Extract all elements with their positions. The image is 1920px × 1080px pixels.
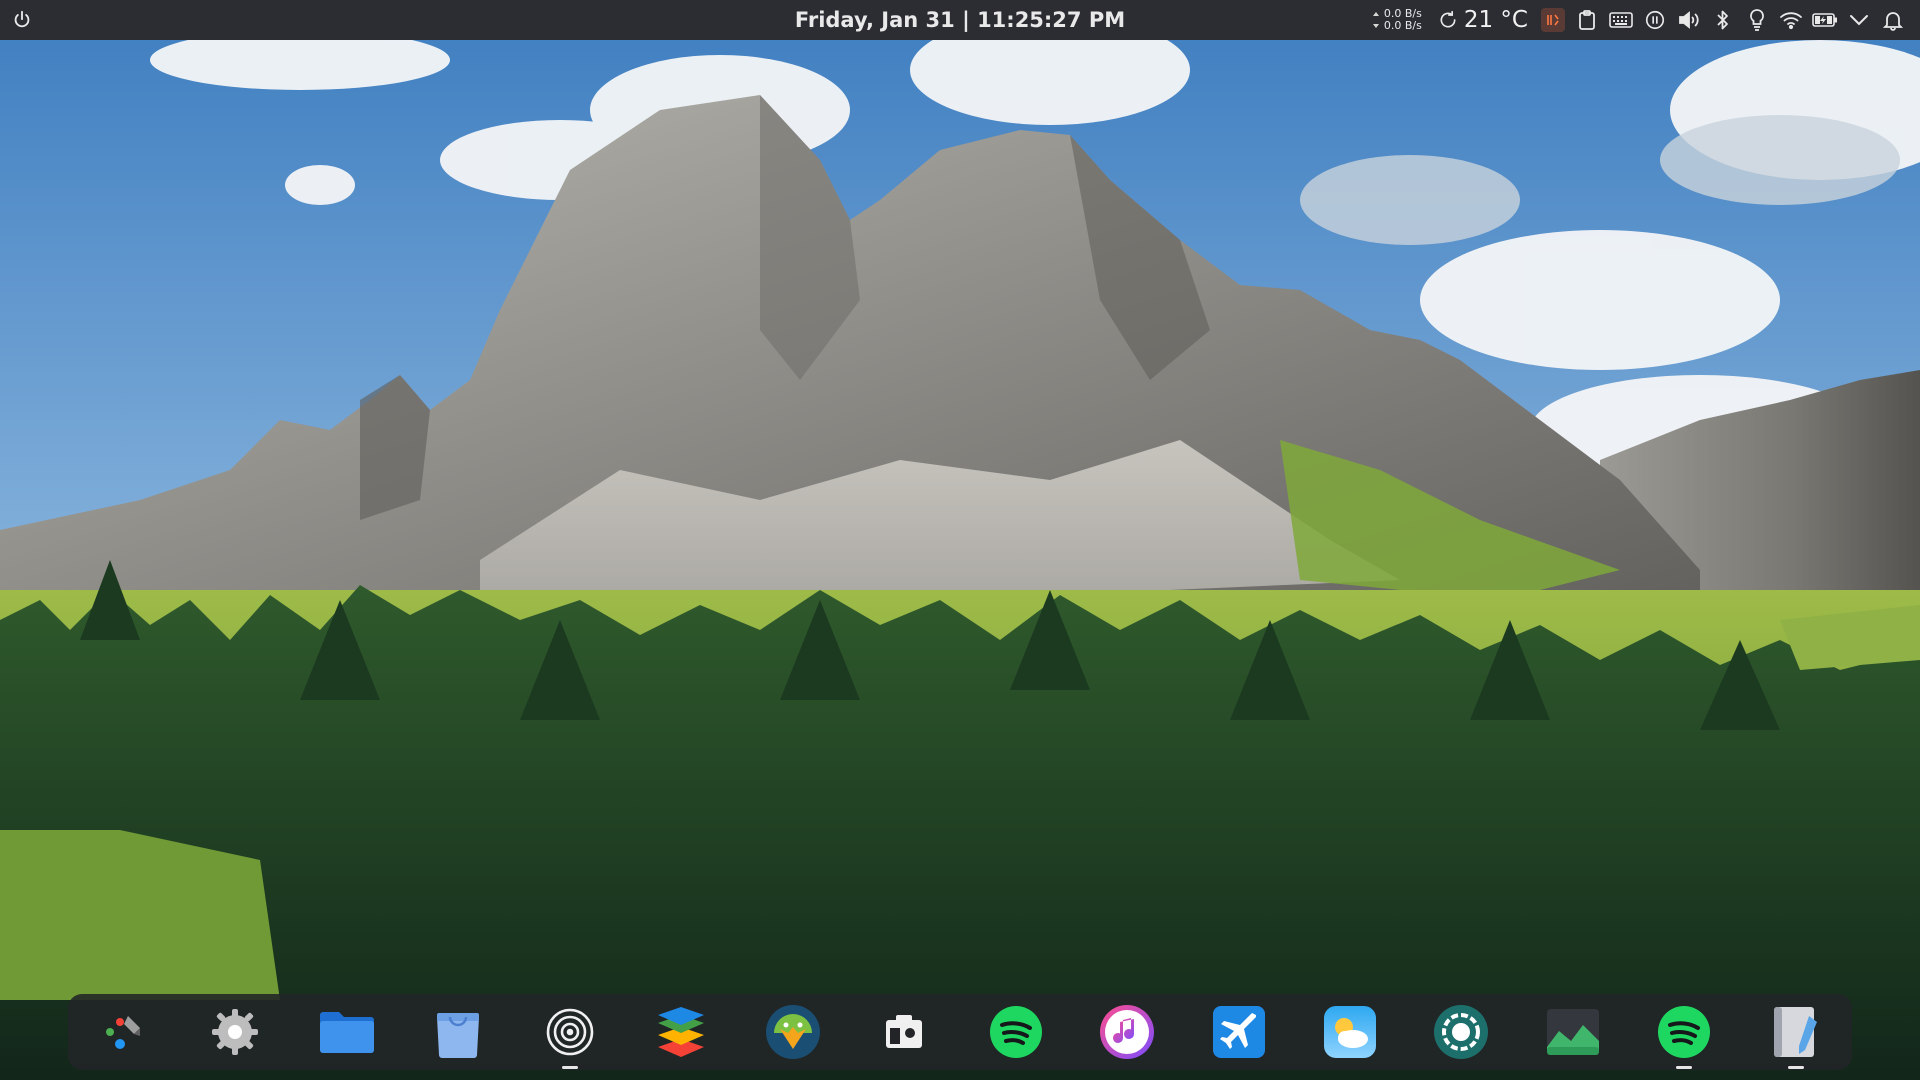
dock-android-app[interactable] (761, 1000, 825, 1064)
spotify-icon (1658, 1006, 1711, 1058)
clipboard-button[interactable] (1570, 0, 1604, 40)
wifi-button[interactable] (1774, 0, 1808, 40)
application-dock (68, 994, 1852, 1070)
dock-weather-app[interactable] (1318, 1000, 1382, 1064)
top-panel: Friday, Jan 31 | 11:25:27 PM 0.0 B/s 0.0… (0, 0, 1920, 40)
lightbulb-icon (1750, 9, 1764, 31)
layers-stack-icon (658, 1007, 705, 1057)
clipboard-icon (1579, 10, 1595, 30)
android-bird-icon (765, 1005, 820, 1059)
dock-circles-app[interactable] (538, 1000, 602, 1069)
system-menu-toggle[interactable] (1842, 0, 1876, 40)
circles-target-icon (546, 1008, 594, 1056)
airplane-icon (1212, 1006, 1265, 1058)
chevron-down-icon (1850, 15, 1868, 26)
power-button[interactable] (8, 6, 36, 34)
record-ring-icon (1434, 1005, 1489, 1059)
running-indicator (1787, 1066, 1804, 1069)
spotify-icon (989, 1006, 1042, 1058)
dock-image-viewer[interactable] (1541, 1000, 1605, 1064)
photo-camera-icon (886, 1015, 923, 1048)
dock-settings[interactable] (203, 1000, 267, 1064)
files-folder-icon (319, 1012, 374, 1053)
volume-button[interactable] (1672, 0, 1706, 40)
music-note-icon (1100, 1005, 1155, 1059)
notification-bell-icon (1883, 12, 1903, 31)
running-indicator (561, 1066, 578, 1069)
dock-spotify[interactable] (984, 1000, 1048, 1064)
battery-icon (1812, 13, 1837, 27)
volume-icon (1679, 11, 1699, 29)
dock-record-app[interactable] (1429, 1000, 1493, 1064)
notifications-button[interactable] (1876, 0, 1910, 40)
dock-text-editor[interactable] (1764, 1000, 1828, 1069)
network-speed-indicator[interactable]: 0.0 B/s 0.0 B/s (1368, 0, 1430, 40)
pause-icon (1645, 10, 1665, 30)
temperature-value: 21 °C (1463, 7, 1528, 33)
wifi-icon (1780, 12, 1802, 30)
running-indicator (1676, 1066, 1693, 1069)
weather-icon (1323, 1006, 1376, 1058)
desktop-wallpaper (0, 0, 1920, 1080)
dock-spotify-2[interactable] (1652, 1000, 1716, 1069)
dock-layers-app[interactable] (649, 1000, 713, 1064)
keyboard-icon (1609, 12, 1633, 28)
clock-datetime[interactable]: Friday, Jan 31 | 11:25:27 PM (795, 8, 1125, 32)
reading-mode-toggle[interactable] (1536, 0, 1570, 40)
reading-mode-icon (1547, 14, 1559, 26)
net-download-rate: 0.0 B/s (1383, 19, 1422, 32)
bluetooth-icon (1717, 10, 1728, 30)
dock-music-app[interactable] (1095, 1000, 1159, 1064)
battery-button[interactable] (1808, 0, 1842, 40)
media-pause-button[interactable] (1638, 0, 1672, 40)
text-editor-icon (1773, 1007, 1817, 1057)
bluetooth-button[interactable] (1706, 0, 1740, 40)
refresh-icon (1440, 10, 1456, 28)
system-tray: 0.0 B/s 0.0 B/s 21 °C (1368, 0, 1910, 40)
dock-camera-app[interactable] (872, 1000, 936, 1064)
software-store-icon (437, 1013, 480, 1058)
dock-airplane-app[interactable] (1207, 1000, 1271, 1064)
power-icon (14, 10, 30, 28)
weather-temperature[interactable]: 21 °C (1430, 0, 1536, 40)
dock-app-launcher[interactable] (92, 1000, 156, 1064)
settings-gear-icon (212, 1009, 259, 1055)
keyboard-layout-button[interactable] (1604, 0, 1638, 40)
image-landscape-icon (1546, 1009, 1599, 1055)
app-launcher-icon (106, 1016, 140, 1049)
night-light-button[interactable] (1740, 0, 1774, 40)
dock-files[interactable] (315, 1000, 379, 1064)
dock-software-store[interactable] (426, 1000, 490, 1064)
updown-arrows-icon (1372, 11, 1380, 29)
